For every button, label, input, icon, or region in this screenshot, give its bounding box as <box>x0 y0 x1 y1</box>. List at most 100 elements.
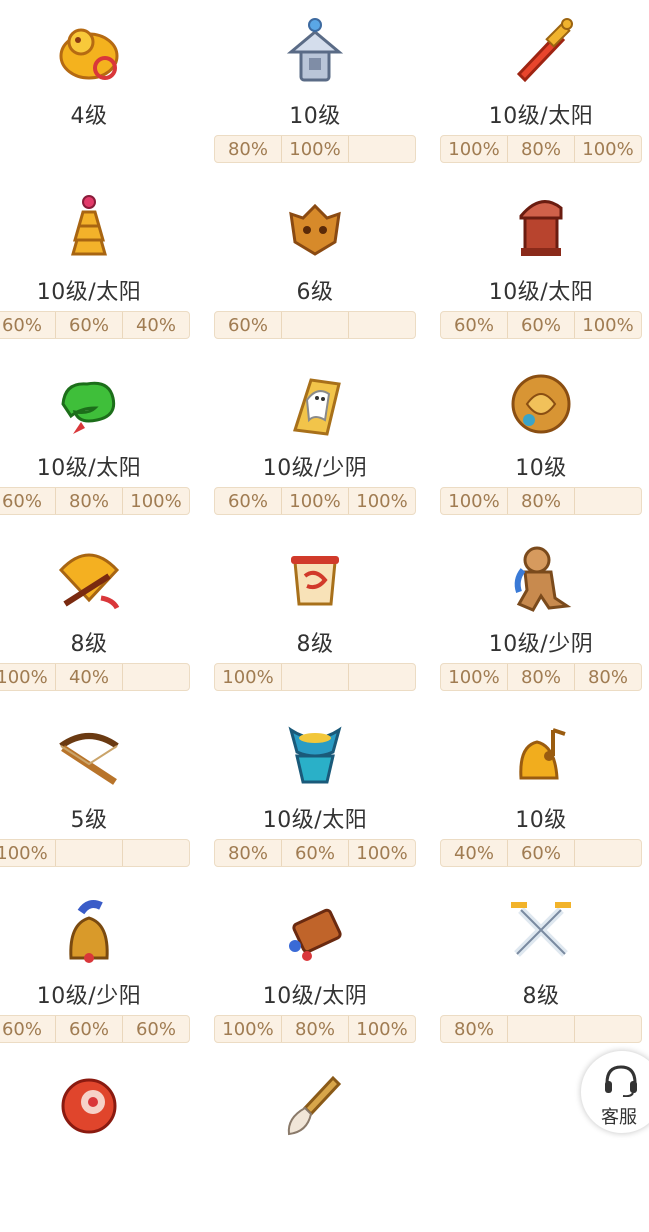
item-card[interactable]: 10级/太阳 100% 80% 100% <box>428 0 649 176</box>
stat-value: 100% <box>356 842 408 864</box>
item-card[interactable]: 10级/太阳 60% 60% 100% <box>428 176 649 352</box>
item-level: 8级 <box>296 632 334 657</box>
item-card[interactable]: 10级/少阴 100% 80% 80% <box>428 528 649 704</box>
bronze-seal-icon <box>503 188 579 264</box>
stat-value: 60% <box>56 312 123 338</box>
item-card[interactable]: 4级 <box>0 0 202 176</box>
stat-value: 60% <box>0 1016 56 1042</box>
stat-value: 80% <box>508 488 575 514</box>
item-card[interactable]: 10级/少阴 60% 100% 100% <box>202 352 428 528</box>
item-level: 10级/太阳 <box>488 104 594 129</box>
customer-service-label: 客服 <box>601 1107 637 1128</box>
item-card[interactable]: 10级/太阳 80% 60% 100% <box>202 704 428 880</box>
item-card[interactable]: 10级 40% 60% <box>428 704 649 880</box>
stat-value: 100% <box>0 664 56 690</box>
stat-value: 60% <box>282 840 349 866</box>
stat-value <box>508 1016 575 1042</box>
stat-value: 80% <box>56 488 123 514</box>
stat-value: 60% <box>441 312 508 338</box>
stat-bar: 80% <box>440 1015 642 1043</box>
item-level: 10级/太阴 <box>262 984 368 1009</box>
stat-value: 60% <box>508 312 575 338</box>
stat-value <box>123 840 189 866</box>
item-level: 10级 <box>289 104 341 129</box>
folding-fan-icon <box>51 540 127 616</box>
stat-value: 100% <box>215 1016 282 1042</box>
item-level: 10级/太阳 <box>262 808 368 833</box>
stat-bar: 100% <box>0 839 190 867</box>
stat-value: 60% <box>215 488 282 514</box>
item-card[interactable]: 8级 100% <box>202 528 428 704</box>
item-card[interactable]: 10级 80% 100% <box>202 0 428 176</box>
stat-value: 100% <box>282 136 349 162</box>
stat-bar: 60% 60% 60% <box>0 1015 190 1043</box>
stat-bar: 100% 40% <box>0 663 190 691</box>
golden-toad-icon <box>51 12 127 88</box>
stat-value: 80% <box>441 1016 508 1042</box>
stat-value <box>123 664 189 690</box>
item-card[interactable] <box>0 1056 202 1232</box>
item-card[interactable]: 10级/少阳 60% 60% 60% <box>0 880 202 1056</box>
stat-value: 100% <box>441 664 508 690</box>
stat-value: 80% <box>508 136 575 162</box>
item-level: 8级 <box>70 632 108 657</box>
ghost-scroll-icon <box>277 364 353 440</box>
stat-value: 60% <box>508 840 575 866</box>
item-level: 10级/少阴 <box>488 632 594 657</box>
golden-mask-icon <box>277 188 353 264</box>
stat-value: 100% <box>441 488 508 514</box>
stat-value: 100% <box>215 664 282 690</box>
stat-value: 40% <box>135 314 176 336</box>
item-card[interactable]: 6级 60% <box>202 176 428 352</box>
stat-bar: 100% 80% 100% <box>440 135 642 163</box>
puppet-doll-icon <box>503 540 579 616</box>
stat-value <box>56 840 123 866</box>
crossbow-icon <box>51 716 127 792</box>
stat-bar: 60% 60% 40% <box>0 311 190 339</box>
stat-bar: 80% 100% <box>214 135 416 163</box>
stat-value <box>575 840 641 866</box>
stat-value: 80% <box>508 664 575 690</box>
golden-disc-icon <box>503 364 579 440</box>
item-level: 10级/太阳 <box>36 456 142 481</box>
stat-bar: 60% 60% 100% <box>440 311 642 339</box>
blue-censer-icon <box>277 716 353 792</box>
item-level: 4级 <box>70 104 108 129</box>
brush-icon <box>277 1068 353 1144</box>
stat-bar: 80% 60% 100% <box>214 839 416 867</box>
stat-bar: 60% 80% 100% <box>0 487 190 515</box>
item-card[interactable]: 10级/太阳 60% 80% 100% <box>0 352 202 528</box>
item-grid: 4级 10级 80% 100% 10级/太阳 100% 80% 100% 10级… <box>0 0 649 1152</box>
talisman-scroll-icon <box>277 540 353 616</box>
item-card[interactable]: 10级 100% 80% <box>428 352 649 528</box>
stat-value: 80% <box>215 840 282 866</box>
fire-orb-icon <box>51 1068 127 1144</box>
item-card[interactable]: 8级 80% <box>428 880 649 1056</box>
stat-value <box>282 664 349 690</box>
stat-bar: 60% 100% 100% <box>214 487 416 515</box>
stat-bar: 100% 80% 100% <box>214 1015 416 1043</box>
item-card[interactable]: 10级/太阴 100% 80% 100% <box>202 880 428 1056</box>
stat-value: 100% <box>0 840 56 866</box>
stat-value <box>575 1016 641 1042</box>
item-card[interactable]: 8级 100% 40% <box>0 528 202 704</box>
golden-bell-music-icon <box>503 716 579 792</box>
item-card[interactable] <box>202 1056 428 1232</box>
stat-value <box>349 312 415 338</box>
stat-value: 100% <box>282 488 349 514</box>
item-level: 8级 <box>522 984 560 1009</box>
stat-bar: 100% 80% 80% <box>440 663 642 691</box>
stat-value: 100% <box>356 490 408 512</box>
bamboo-scroll-icon <box>277 892 353 968</box>
item-level: 10级 <box>515 456 567 481</box>
stat-value: 60% <box>135 1018 176 1040</box>
stat-value <box>575 488 641 514</box>
stat-value: 100% <box>356 1018 408 1040</box>
item-card[interactable]: 10级/太阳 60% 60% 40% <box>0 176 202 352</box>
stat-value: 80% <box>215 136 282 162</box>
stat-value: 40% <box>441 840 508 866</box>
stat-bar: 40% 60% <box>440 839 642 867</box>
stat-value: 100% <box>582 314 634 336</box>
item-level: 10级/太阳 <box>488 280 594 305</box>
item-card[interactable]: 5级 100% <box>0 704 202 880</box>
